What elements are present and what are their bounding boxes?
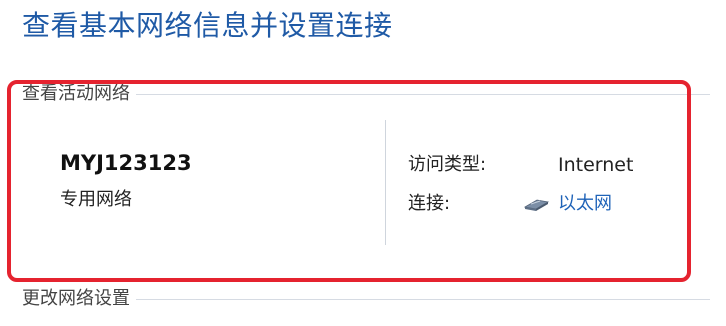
change-settings-label: 更改网络设置 bbox=[22, 289, 136, 309]
change-settings-header: 更改网络设置 bbox=[22, 289, 710, 309]
page-title: 查看基本网络信息并设置连接 bbox=[22, 9, 393, 42]
network-and-sharing-center: 查看基本网络信息并设置连接 查看活动网络 MYJ123123 专用网络 访问类型… bbox=[0, 0, 726, 326]
highlight-annotation bbox=[7, 80, 691, 282]
